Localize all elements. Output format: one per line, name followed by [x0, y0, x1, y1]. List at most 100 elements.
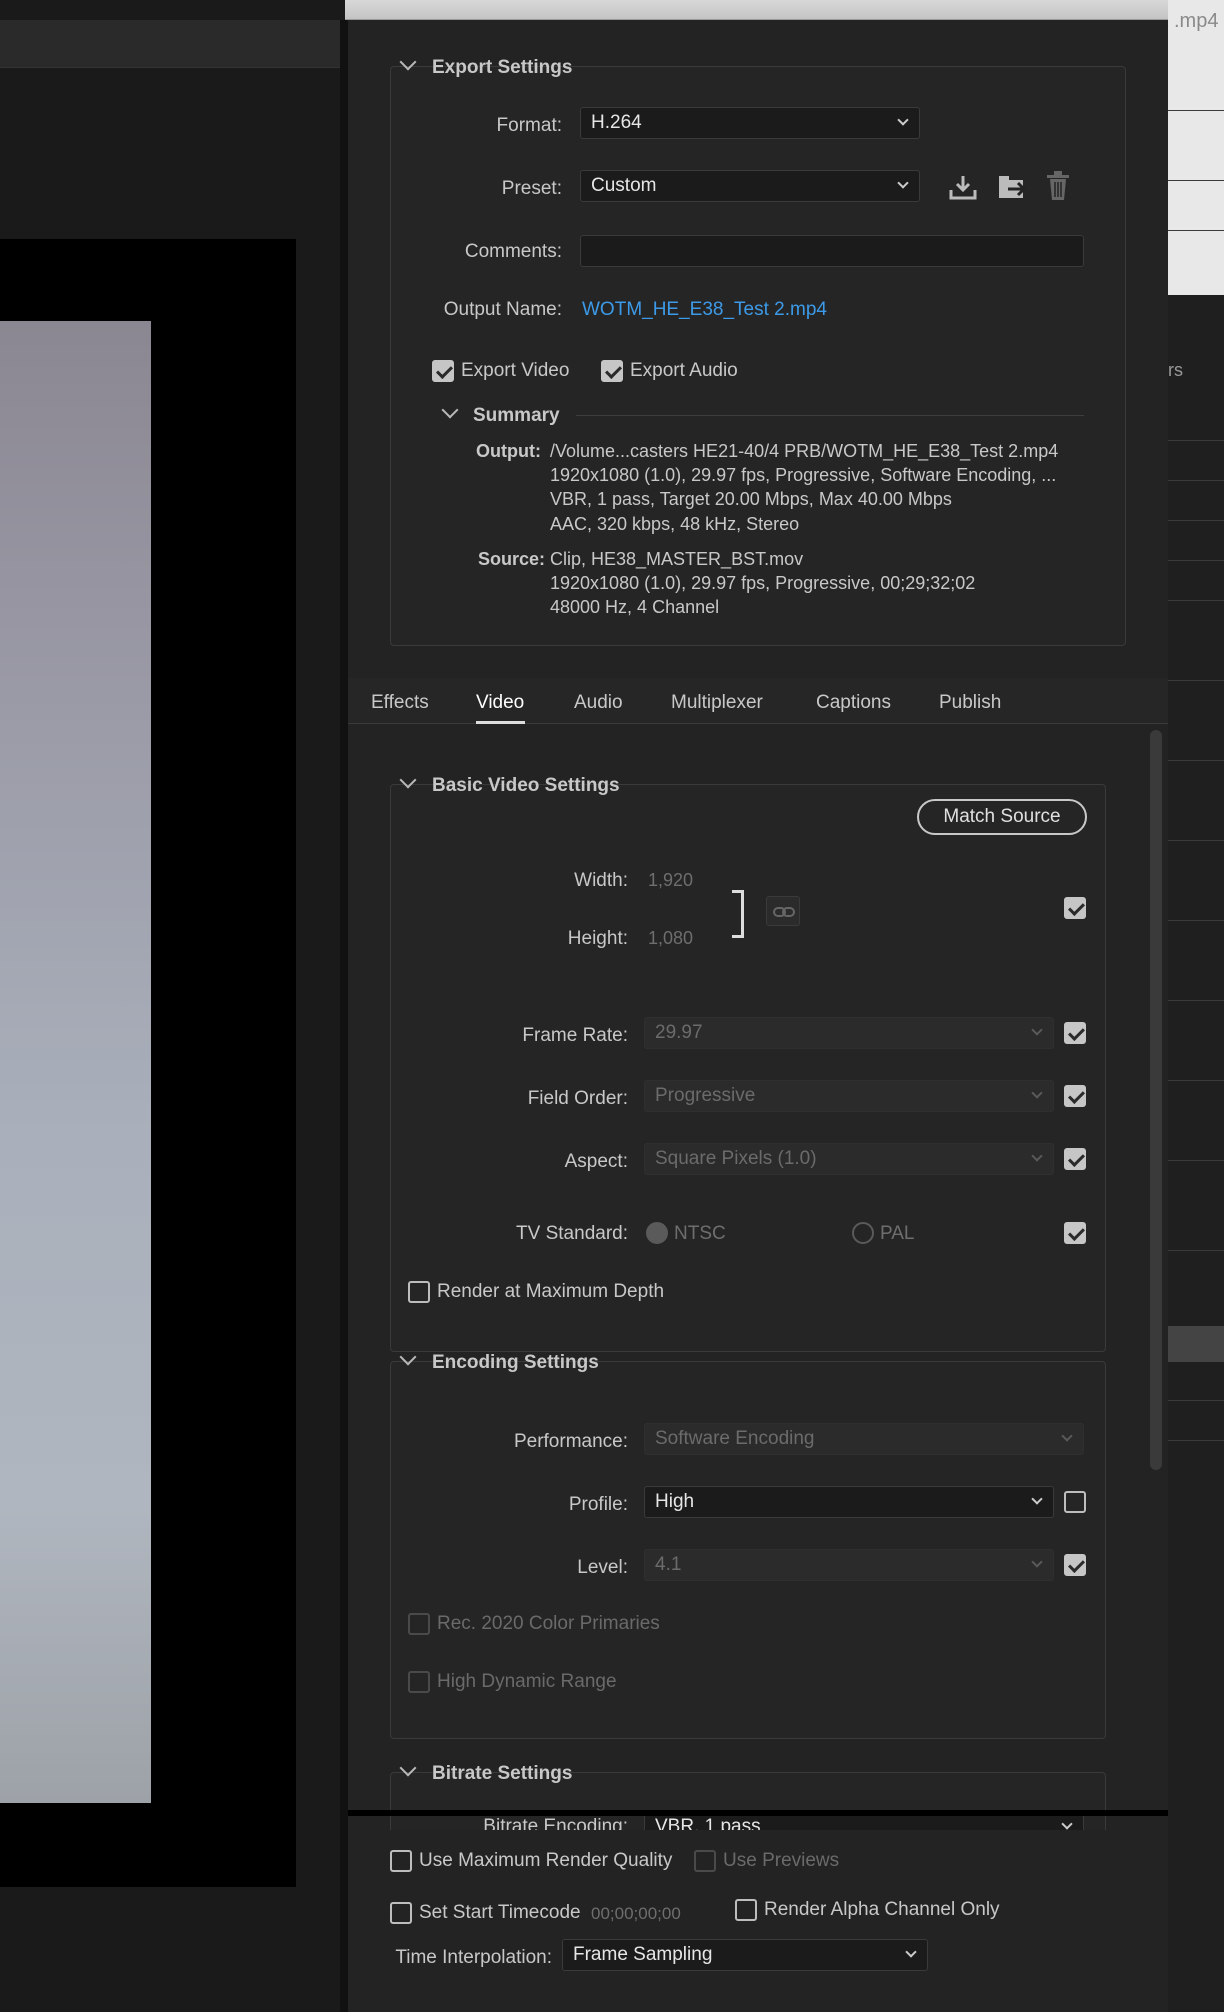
summary-output-line-3: VBR, 1 pass, Target 20.00 Mbps, Max 40.0…: [550, 489, 952, 509]
preview-toolbar: [0, 20, 340, 68]
basic-video-settings-header: Basic Video Settings: [432, 775, 620, 796]
aspect-match-checkbox[interactable]: [1064, 1148, 1086, 1170]
pal-label: PAL: [880, 1223, 915, 1244]
field-order-value: Progressive: [655, 1085, 756, 1106]
frame-rate-dropdown[interactable]: 29.97: [644, 1017, 1054, 1049]
rec2020-label: Rec. 2020 Color Primaries: [437, 1613, 660, 1634]
rec2020-checkbox[interactable]: [408, 1613, 430, 1635]
summary-source-line-2: 1920x1080 (1.0), 29.97 fps, Progressive,…: [550, 573, 976, 593]
set-start-timecode-checkbox[interactable]: [390, 1902, 412, 1924]
max-render-quality-label: Use Maximum Render Quality: [419, 1850, 673, 1871]
chevron-down-icon: [1031, 1024, 1043, 1036]
performance-value: Software Encoding: [655, 1428, 815, 1449]
bitrate-clip-area: Bitrate Settings Bitrate Encoding: VBR, …: [348, 1748, 1148, 1830]
level-match-checkbox[interactable]: [1064, 1554, 1086, 1576]
dimension-bracket: [732, 890, 744, 938]
start-timecode-value[interactable]: 00;00;00;00: [591, 1904, 681, 1924]
max-render-quality-checkbox[interactable]: [390, 1850, 412, 1872]
field-order-label: Field Order:: [527, 1088, 628, 1109]
export-audio-checkbox[interactable]: [601, 360, 623, 382]
format-value: H.264: [591, 112, 642, 133]
use-previews-label: Use Previews: [723, 1850, 840, 1871]
chevron-down-icon: [1031, 1150, 1043, 1162]
import-preset-icon[interactable]: [996, 172, 1028, 202]
tv-standard-label: TV Standard:: [516, 1223, 628, 1244]
frame-rate-value: 29.97: [655, 1022, 703, 1043]
chevron-down-icon: [905, 1946, 917, 1958]
export-video-label: Export Video: [461, 360, 570, 381]
profile-dropdown[interactable]: High: [644, 1486, 1054, 1518]
frame-rate-match-checkbox[interactable]: [1064, 1022, 1086, 1044]
background-selected-row: [1168, 1326, 1224, 1362]
height-label: Height:: [567, 928, 628, 949]
render-max-depth-label: Render at Maximum Depth: [437, 1281, 665, 1302]
bottom-separator: [348, 1810, 1168, 1816]
tab-effects[interactable]: Effects: [371, 692, 429, 714]
tab-video-underline: [476, 721, 525, 724]
export-settings-header: Export Settings: [432, 57, 573, 78]
aspect-value: Square Pixels (1.0): [655, 1148, 817, 1169]
hdr-label: High Dynamic Range: [437, 1671, 617, 1692]
width-value[interactable]: 1,920: [648, 870, 693, 891]
save-preset-icon[interactable]: [948, 172, 978, 202]
summary-source-line-1: Clip, HE38_MASTER_BST.mov: [550, 549, 804, 569]
pal-radio[interactable]: [852, 1222, 874, 1244]
field-order-match-checkbox[interactable]: [1064, 1085, 1086, 1107]
pane-divider[interactable]: [340, 20, 348, 2012]
ntsc-radio[interactable]: [646, 1222, 668, 1244]
chevron-down-icon: [1061, 1818, 1073, 1830]
summary-source-line-3: 48000 Hz, 4 Channel: [550, 597, 720, 617]
tab-multiplexer[interactable]: Multiplexer: [671, 692, 763, 714]
chevron-down-icon: [897, 114, 909, 126]
render-max-depth-checkbox[interactable]: [408, 1281, 430, 1303]
performance-label: Performance:: [513, 1431, 628, 1452]
summary-output-line-4: AAC, 320 kbps, 48 kHz, Stereo: [550, 514, 800, 534]
profile-value: High: [655, 1491, 695, 1512]
performance-dropdown[interactable]: Software Encoding: [644, 1423, 1084, 1455]
chevron-down-icon: [1031, 1493, 1043, 1505]
time-interpolation-dropdown[interactable]: Frame Sampling: [562, 1939, 928, 1971]
background-filename: .mp4: [1174, 10, 1219, 32]
hdr-checkbox[interactable]: [408, 1671, 430, 1693]
link-icon[interactable]: [766, 896, 800, 926]
summary-source-label: Source:: [478, 549, 546, 569]
tab-video[interactable]: Video: [476, 692, 524, 714]
chevron-down-icon: [1061, 1430, 1073, 1442]
format-dropdown[interactable]: H.264: [580, 107, 920, 139]
tv-standard-match-checkbox[interactable]: [1064, 1222, 1086, 1244]
delete-preset-icon[interactable]: [1044, 170, 1072, 202]
tab-captions[interactable]: Captions: [816, 692, 891, 714]
profile-label: Profile:: [568, 1494, 628, 1515]
render-alpha-checkbox[interactable]: [735, 1899, 757, 1921]
chevron-down-icon: [1031, 1556, 1043, 1568]
tab-audio[interactable]: Audio: [574, 692, 623, 714]
chevron-down-icon: [897, 177, 909, 189]
tab-publish[interactable]: Publish: [939, 692, 1001, 714]
preset-dropdown[interactable]: Custom: [580, 170, 920, 202]
bitrate-encoding-value: VBR, 1 pass: [655, 1816, 761, 1830]
level-value: 4.1: [655, 1554, 682, 1575]
render-alpha-label: Render Alpha Channel Only: [764, 1899, 1000, 1920]
summary-header: Summary: [473, 405, 560, 426]
time-interpolation-value: Frame Sampling: [573, 1944, 713, 1965]
bitrate-encoding-label: Bitrate Encoding:: [483, 1816, 628, 1830]
summary-output-label: Output:: [476, 441, 541, 461]
export-video-checkbox[interactable]: [432, 360, 454, 382]
match-source-button[interactable]: Match Source: [917, 799, 1087, 835]
level-dropdown[interactable]: 4.1: [644, 1549, 1054, 1581]
background-window-header: [1168, 0, 1224, 295]
summary-output-line-1: /Volume...casters HE21-40/4 PRB/WOTM_HE_…: [550, 441, 1059, 461]
settings-scrollbar[interactable]: [1150, 730, 1162, 1470]
comments-input[interactable]: [580, 235, 1084, 267]
frame-rate-label: Frame Rate:: [522, 1025, 628, 1046]
format-label: Format:: [496, 115, 562, 136]
aspect-dropdown[interactable]: Square Pixels (1.0): [644, 1143, 1054, 1175]
dimensions-match-checkbox[interactable]: [1064, 897, 1086, 919]
profile-match-checkbox[interactable]: [1064, 1491, 1086, 1513]
export-settings-panel: Export Settings Format: H.264 Preset: Cu…: [348, 20, 1168, 2012]
ntsc-label: NTSC: [674, 1223, 726, 1244]
use-previews-checkbox[interactable]: [694, 1850, 716, 1872]
field-order-dropdown[interactable]: Progressive: [644, 1080, 1054, 1112]
height-value[interactable]: 1,080: [648, 928, 693, 949]
output-name-link[interactable]: WOTM_HE_E38_Test 2.mp4: [582, 299, 827, 321]
